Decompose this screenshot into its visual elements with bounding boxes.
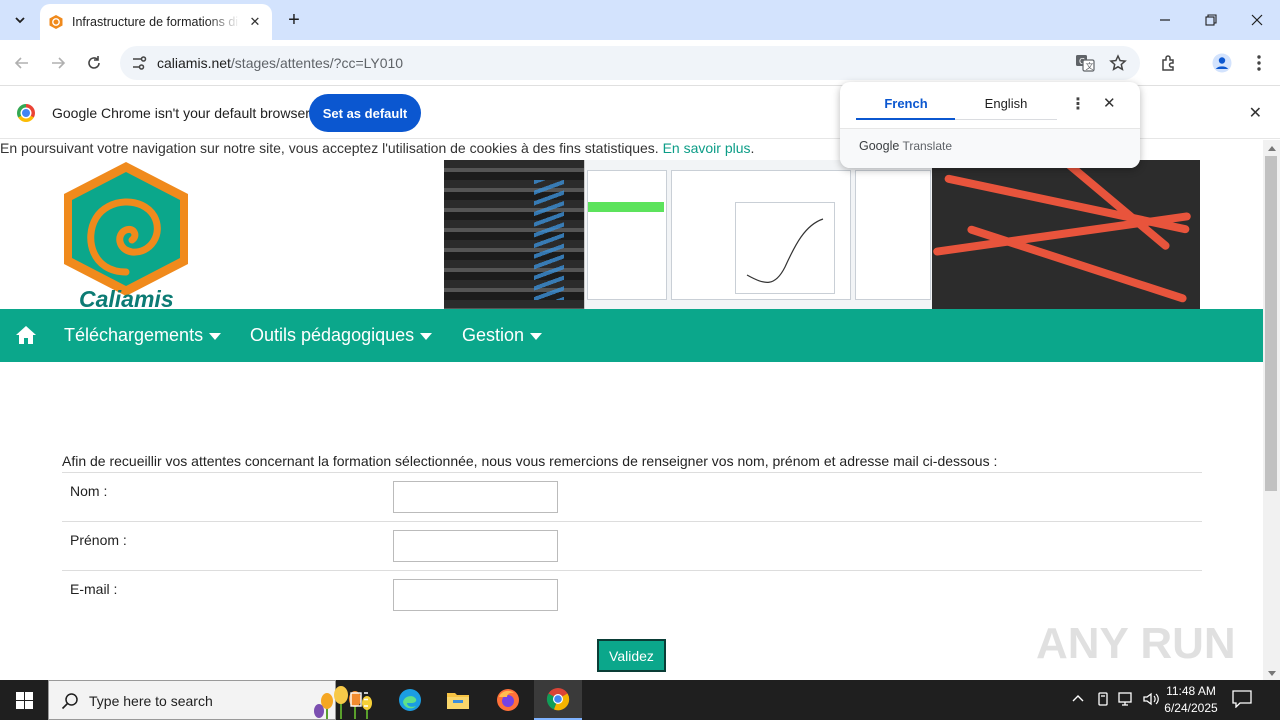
watermark-text: ANY RUN [1036,619,1236,668]
windows-logo-icon [15,691,33,709]
infobar-message: Google Chrome isn't your default browser [52,105,310,121]
browser-tab-active[interactable]: Infrastructure de formations di ✕ [40,4,272,40]
task-view-icon [350,692,368,707]
task-view-button[interactable] [336,680,384,720]
nom-input[interactable] [393,481,558,513]
form-intro-text: Afin de recueillir vos attentes concerna… [62,453,998,469]
tab-search-button[interactable] [8,8,32,32]
translate-icon[interactable]: G文 [1074,52,1096,74]
taskbar-edge[interactable] [386,680,434,720]
tray-usb-icon[interactable] [1096,691,1110,710]
minimize-button[interactable] [1142,0,1188,40]
search-icon [61,693,78,710]
arrow-right-icon [52,57,66,69]
arrow-left-icon [14,57,28,69]
taskbar-clock[interactable]: 11:48 AM 6/24/2025 [1160,683,1222,717]
cookie-notice: En poursuivant votre navigation sur notr… [0,140,755,156]
cabling-photo [932,160,1200,309]
folder-icon [447,693,469,709]
email-label: E-mail : [70,581,118,597]
taskbar-file-explorer[interactable] [434,680,482,720]
server-rack-photo [444,160,584,309]
forward-button[interactable] [44,49,72,77]
scroll-up-arrow-icon[interactable] [1268,146,1276,151]
svg-text:文: 文 [1086,61,1094,71]
start-button[interactable] [0,680,48,720]
translate-target-tab[interactable]: English [956,96,1056,111]
page-scrollbar[interactable] [1263,140,1280,680]
address-bar[interactable]: caliamis.net/stages/attentes/?cc=LY010 G… [120,46,1140,80]
extensions-button[interactable] [1155,49,1183,77]
home-icon[interactable] [15,324,37,346]
taskbar-firefox[interactable] [484,680,532,720]
profile-button[interactable] [1208,49,1236,77]
caret-down-icon [530,333,543,340]
clock-date: 6/24/2025 [1164,701,1218,715]
chrome-icon [546,688,570,711]
prenom-input[interactable] [393,530,558,562]
restore-button[interactable] [1188,0,1234,40]
translate-source-tab[interactable]: French [856,96,956,111]
bookmark-star-icon[interactable] [1107,52,1129,74]
browser-toolbar: caliamis.net/stages/attentes/?cc=LY010 G… [0,40,1280,86]
translate-options-icon[interactable]: ⋮ [1070,94,1086,114]
nom-label: Nom : [70,483,108,499]
windows-taskbar: Type here to search 11:48 AM 6/24/2025 [0,680,1280,720]
new-tab-button[interactable]: + [282,8,306,32]
reload-button[interactable] [80,49,108,77]
caret-down-icon [420,333,433,340]
close-window-button[interactable] [1234,0,1280,40]
tray-network-icon[interactable] [1118,691,1136,710]
reload-icon [88,56,100,69]
anyrun-watermark: ANY RUN [1036,608,1236,672]
chrome-logo-icon [17,104,35,122]
main-navbar: Téléchargements Outils pédagogiques Gest… [0,309,1263,362]
cookie-learn-more-link[interactable]: En savoir plus [663,140,751,156]
url-text: caliamis.net/stages/attentes/?cc=LY010 [157,55,404,71]
minimize-icon [1160,19,1170,21]
infobar-close-icon[interactable]: ✕ [1249,103,1262,123]
translate-close-icon[interactable]: ✕ [1103,94,1116,112]
caret-down-icon [209,333,222,340]
tray-volume-icon[interactable] [1142,691,1160,710]
validez-submit-button[interactable]: Validez [597,639,666,672]
software-screenshot [584,160,932,309]
scroll-thumb[interactable] [1265,156,1277,491]
form-row-nom: Nom : [62,472,1202,521]
tab-close-icon[interactable]: ✕ [246,14,264,30]
nav-item-outils-pedagogiques[interactable]: Outils pédagogiques [250,325,433,346]
edge-icon [399,689,421,711]
prenom-label: Prénom : [70,532,127,548]
restore-icon [1205,14,1217,26]
form-row-prenom: Prénom : [62,521,1202,570]
site-info-icon[interactable] [130,54,148,72]
clock-time: 11:48 AM [1166,684,1216,698]
back-button[interactable] [8,49,36,77]
caliamis-logo[interactable]: Caliamis [62,160,194,312]
notification-center-icon[interactable] [1232,690,1252,708]
form-row-email: E-mail : [62,570,1202,619]
firefox-icon [497,689,519,711]
chevron-down-icon [15,17,25,24]
taskbar-search-box[interactable]: Type here to search [48,680,372,720]
google-translate-brand: Google Translate [859,139,953,153]
set-as-default-button[interactable]: Set as default [309,94,421,132]
scroll-down-arrow-icon[interactable] [1268,671,1276,676]
nav-item-gestion[interactable]: Gestion [462,325,543,346]
site-favicon-icon [48,14,64,30]
taskbar-search-placeholder: Type here to search [89,693,213,709]
email-input[interactable] [393,579,558,611]
taskbar-chrome[interactable] [534,680,582,720]
tray-show-hidden-icon[interactable] [1072,691,1084,706]
tab-strip: Infrastructure de formations di ✕ + [0,0,1280,40]
kebab-menu-icon [1257,55,1261,71]
puzzle-icon [1162,55,1174,71]
tab-title: Infrastructure de formations di [72,15,239,29]
close-icon [1251,14,1263,26]
header-banner-image [444,160,1200,309]
menu-button[interactable] [1245,49,1273,77]
profile-icon [1212,53,1232,73]
translate-popup: French English ⋮ ✕ Google Translate [840,82,1140,168]
nav-item-telechargements[interactable]: Téléchargements [64,325,222,346]
